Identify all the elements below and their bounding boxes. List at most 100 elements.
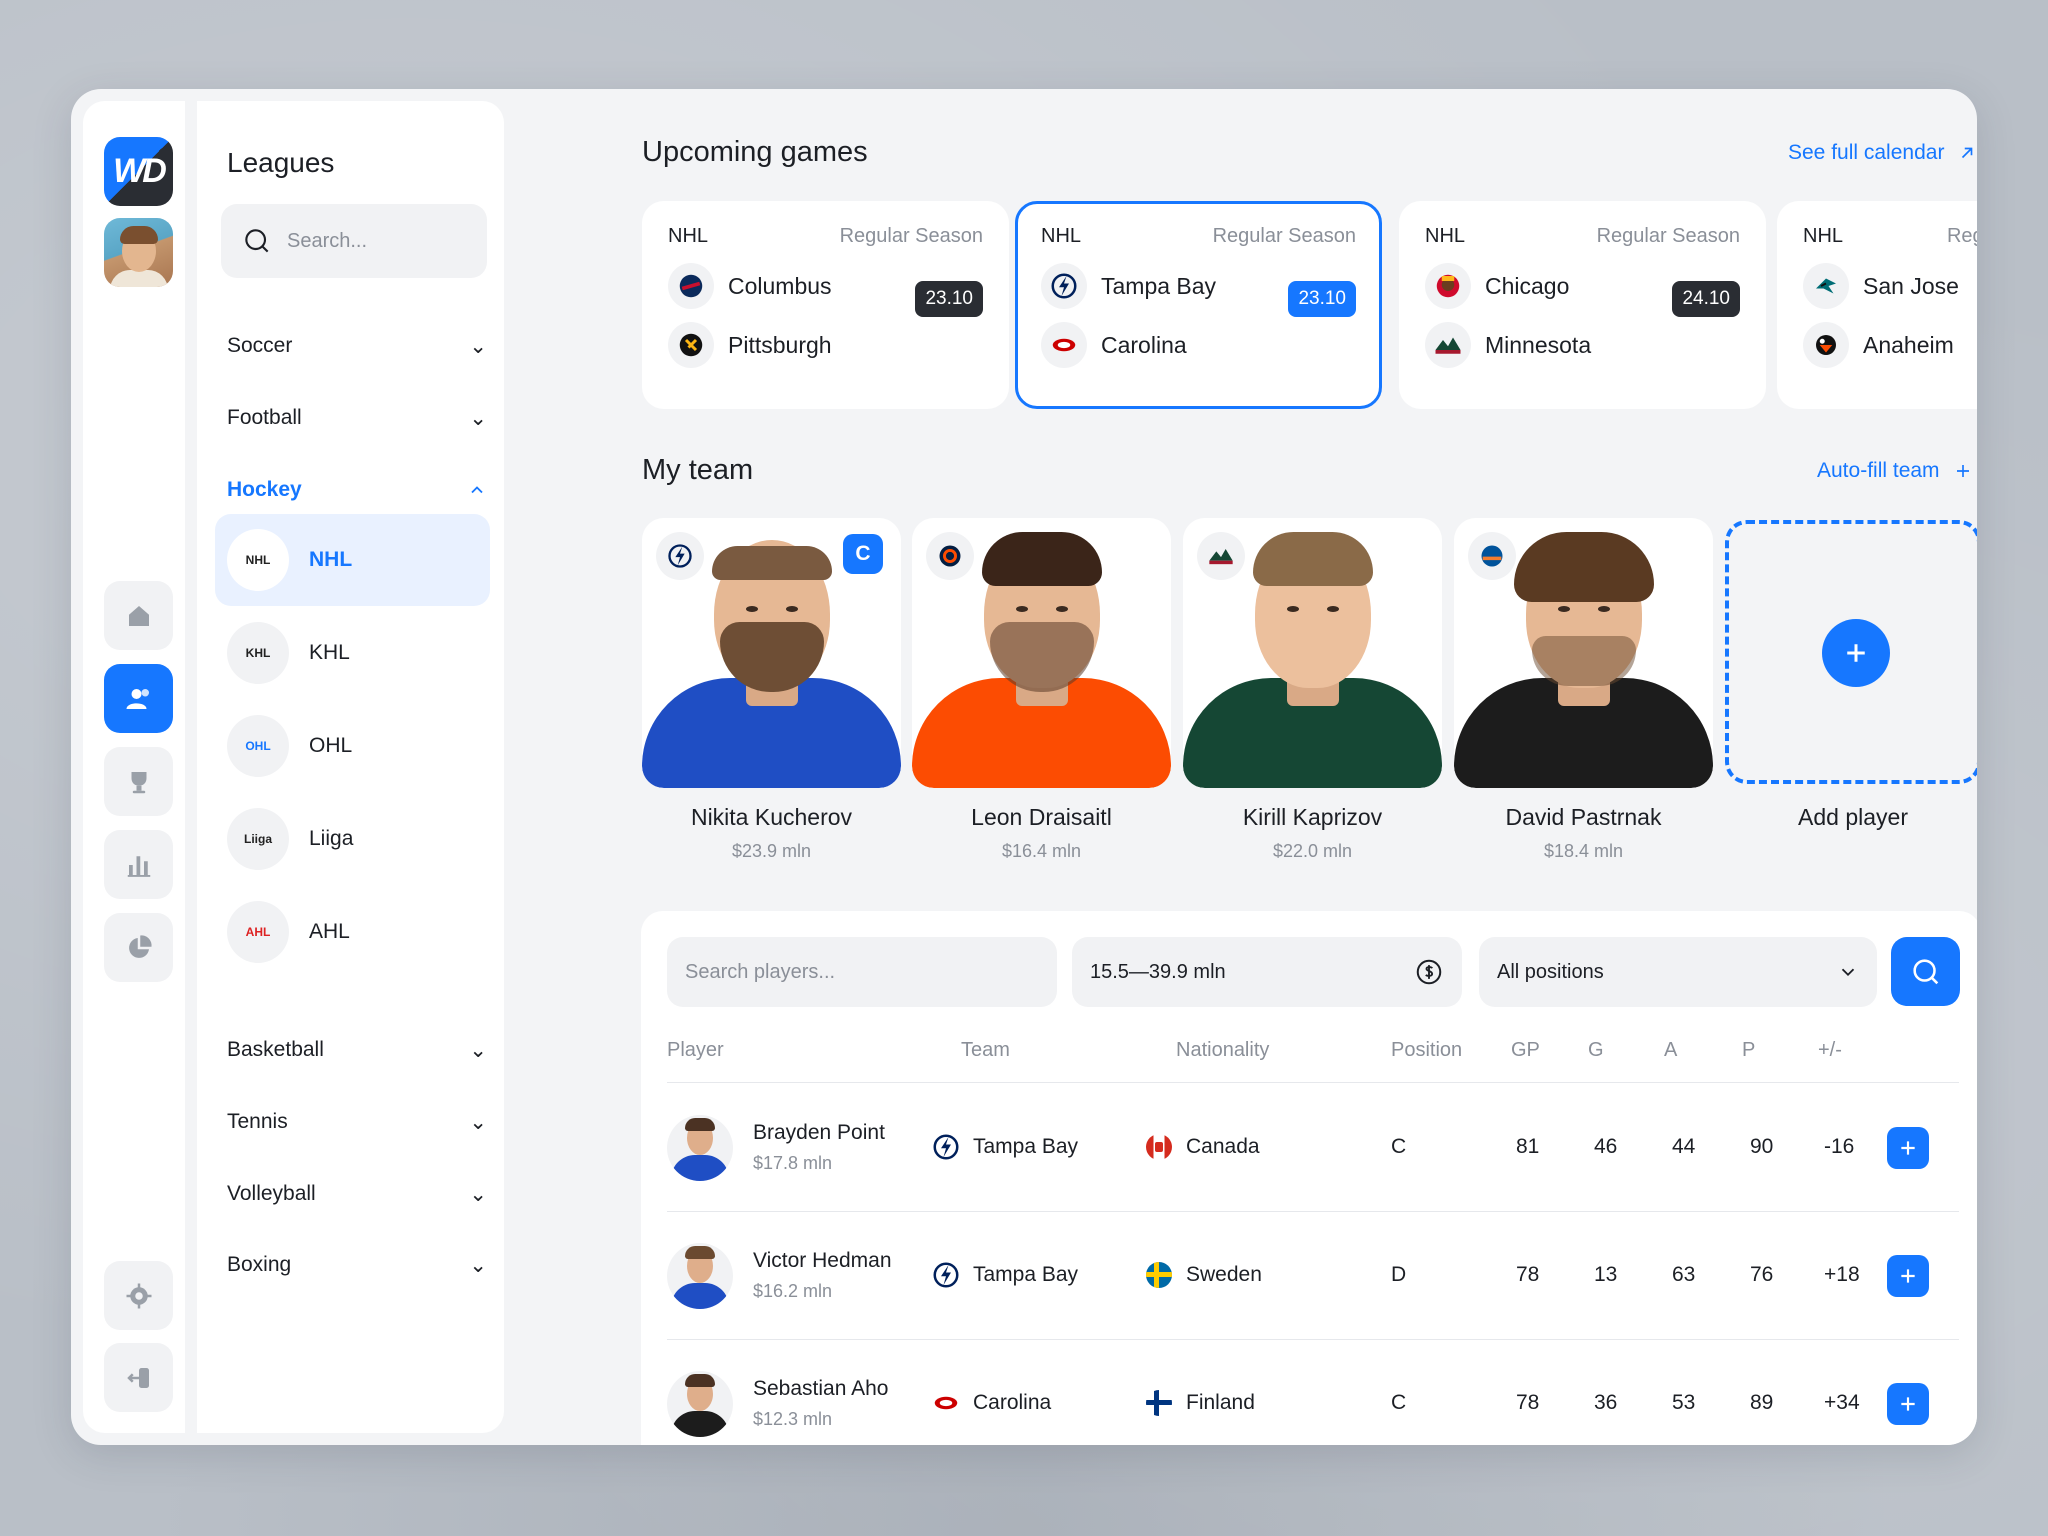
col-header-position[interactable]: Position	[1391, 1039, 1462, 1062]
player-price: $23.9 mln	[731, 841, 812, 861]
add-player-row-button[interactable]	[1887, 1383, 1929, 1425]
tampa-bay-logo-icon	[933, 1134, 959, 1160]
row-team: Tampa Bay	[931, 1260, 1078, 1290]
anaheim-logo-icon	[1803, 322, 1849, 368]
add-player-row-button[interactable]	[1887, 1255, 1929, 1297]
league-liiga[interactable]: Liiga Liiga	[215, 793, 490, 885]
league-nhl[interactable]: NHL NHL	[215, 514, 490, 606]
col-header-plus-minus[interactable]: +/-	[1818, 1039, 1842, 1062]
sport-basketball[interactable]: Basketball ⌄	[227, 1030, 487, 1070]
nav-trophy[interactable]	[104, 747, 173, 816]
col-header-nationality[interactable]: Nationality	[1176, 1039, 1269, 1062]
game-season: Regular Season	[1212, 225, 1356, 247]
see-full-calendar-link[interactable]: See full calendar	[1788, 141, 1976, 165]
league-search-input[interactable]: Search...	[221, 204, 487, 278]
row-player-name: Victor Hedman	[753, 1249, 892, 1272]
game-away-team: Anaheim	[1803, 322, 1954, 368]
captain-badge: C	[843, 534, 883, 574]
nav-stats[interactable]	[104, 830, 173, 899]
carolina-logo-icon	[1041, 322, 1087, 368]
table-row[interactable]: Sebastian Aho $12.3 mln Carolina Finland…	[641, 1339, 1977, 1445]
league-ohl[interactable]: OHL OHL	[215, 700, 490, 792]
game-card-selected[interactable]: NHL Regular Season Tampa Bay Carolina 23…	[1015, 201, 1382, 409]
search-button[interactable]	[1891, 937, 1960, 1006]
nav-analytics[interactable]	[104, 913, 173, 982]
link-label: Auto-fill team	[1817, 459, 1940, 482]
game-league: NHL	[668, 225, 709, 247]
league-ahl[interactable]: AHL AHL	[215, 886, 490, 978]
row-position: C	[1391, 1391, 1407, 1414]
game-season: Regular Season	[1596, 225, 1740, 247]
nav-team[interactable]	[104, 664, 173, 733]
col-header-gp[interactable]: GP	[1511, 1039, 1540, 1062]
minnesota-logo-icon	[1197, 532, 1245, 580]
nav-logout[interactable]	[104, 1343, 173, 1412]
row-plus-minus: -16	[1824, 1135, 1855, 1158]
row-player-name: Sebastian Aho	[753, 1377, 889, 1400]
price-range-field[interactable]: 15.5—39.9 mln	[1072, 937, 1462, 1007]
col-header-p[interactable]: P	[1742, 1039, 1755, 1062]
league-khl[interactable]: KHL KHL	[215, 607, 490, 699]
add-player-row-button[interactable]	[1887, 1127, 1929, 1169]
team-player-card[interactable]	[1454, 518, 1713, 788]
league-search-placeholder: Search...	[287, 229, 368, 252]
game-league: NHL	[1803, 225, 1844, 247]
add-player-button[interactable]	[1822, 619, 1890, 687]
game-card[interactable]: NHL Regular Season Columbus Pittsburgh 2…	[642, 201, 1009, 409]
col-header-team[interactable]: Team	[961, 1039, 1010, 1062]
league-label: NHL	[309, 548, 353, 571]
col-header-a[interactable]: A	[1664, 1039, 1677, 1062]
game-home-team: Columbus	[668, 263, 832, 309]
game-date-badge: 24.10	[1672, 281, 1740, 317]
team-player-card[interactable]: C	[642, 518, 901, 788]
app-logo[interactable]: WD	[104, 137, 173, 206]
row-a: 63	[1672, 1263, 1696, 1286]
carolina-logo-icon	[934, 1396, 958, 1410]
player-price: $22.0 mln	[1272, 841, 1353, 861]
player-name: David Pastrnak	[1505, 804, 1662, 830]
table-row[interactable]: Victor Hedman $16.2 mln Tampa Bay Sweden…	[641, 1211, 1977, 1339]
players-table-panel: Search players... 15.5—39.9 mln All posi…	[641, 911, 1977, 1445]
ahl-logo-icon: AHL	[227, 901, 289, 963]
price-range-value: 15.5—39.9 mln	[1090, 960, 1226, 983]
sport-volleyball[interactable]: Volleyball ⌄	[227, 1174, 487, 1214]
search-icon	[1912, 958, 1938, 984]
auto-fill-team-link[interactable]: Auto-fill team	[1817, 459, 1972, 483]
user-avatar[interactable]	[104, 218, 173, 287]
sport-label: Volleyball	[227, 1182, 316, 1205]
plus-icon	[1847, 644, 1865, 662]
col-header-player[interactable]: Player	[667, 1039, 724, 1062]
table-row[interactable]: Brayden Point $17.8 mln Tampa Bay Canada…	[641, 1083, 1977, 1211]
sport-football[interactable]: Football ⌄	[227, 398, 487, 438]
trophy-icon	[131, 771, 146, 793]
minnesota-logo-icon	[1425, 322, 1471, 368]
row-p: 76	[1750, 1263, 1774, 1286]
sport-tennis[interactable]: Tennis ⌄	[227, 1102, 487, 1142]
sport-boxing[interactable]: Boxing ⌄	[227, 1245, 487, 1285]
nhl-logo-icon: NHL	[227, 529, 289, 591]
sport-hockey[interactable]: Hockey	[227, 470, 487, 510]
plus-icon	[1901, 1269, 1915, 1283]
position-select[interactable]: All positions	[1479, 937, 1877, 1007]
game-date-badge: 23.10	[915, 281, 983, 317]
row-a: 53	[1672, 1391, 1696, 1414]
add-player-label: Add player	[1798, 804, 1908, 830]
row-plus-minus: +34	[1824, 1391, 1860, 1414]
team-player-card[interactable]	[912, 518, 1171, 788]
nav-settings[interactable]	[104, 1261, 173, 1330]
pittsburgh-logo-icon	[668, 322, 714, 368]
upcoming-games-title: Upcoming games	[642, 136, 868, 168]
game-card[interactable]: NHL Regular San Jose Anaheim	[1777, 201, 1977, 409]
nav-home[interactable]	[104, 581, 173, 650]
team-player-card[interactable]	[1183, 518, 1442, 788]
game-away-team: Carolina	[1041, 322, 1187, 368]
add-player-slot[interactable]	[1725, 520, 1977, 784]
player-avatar	[667, 1243, 733, 1309]
columbus-logo-icon	[668, 263, 714, 309]
game-card[interactable]: NHL Regular Season Chicago Minnesota 24.…	[1399, 201, 1766, 409]
player-search-input[interactable]: Search players...	[667, 937, 1057, 1007]
link-label: See full calendar	[1788, 141, 1945, 164]
col-header-g[interactable]: G	[1588, 1039, 1604, 1062]
pie-chart-icon	[128, 934, 152, 958]
sport-soccer[interactable]: Soccer ⌄	[227, 326, 487, 366]
